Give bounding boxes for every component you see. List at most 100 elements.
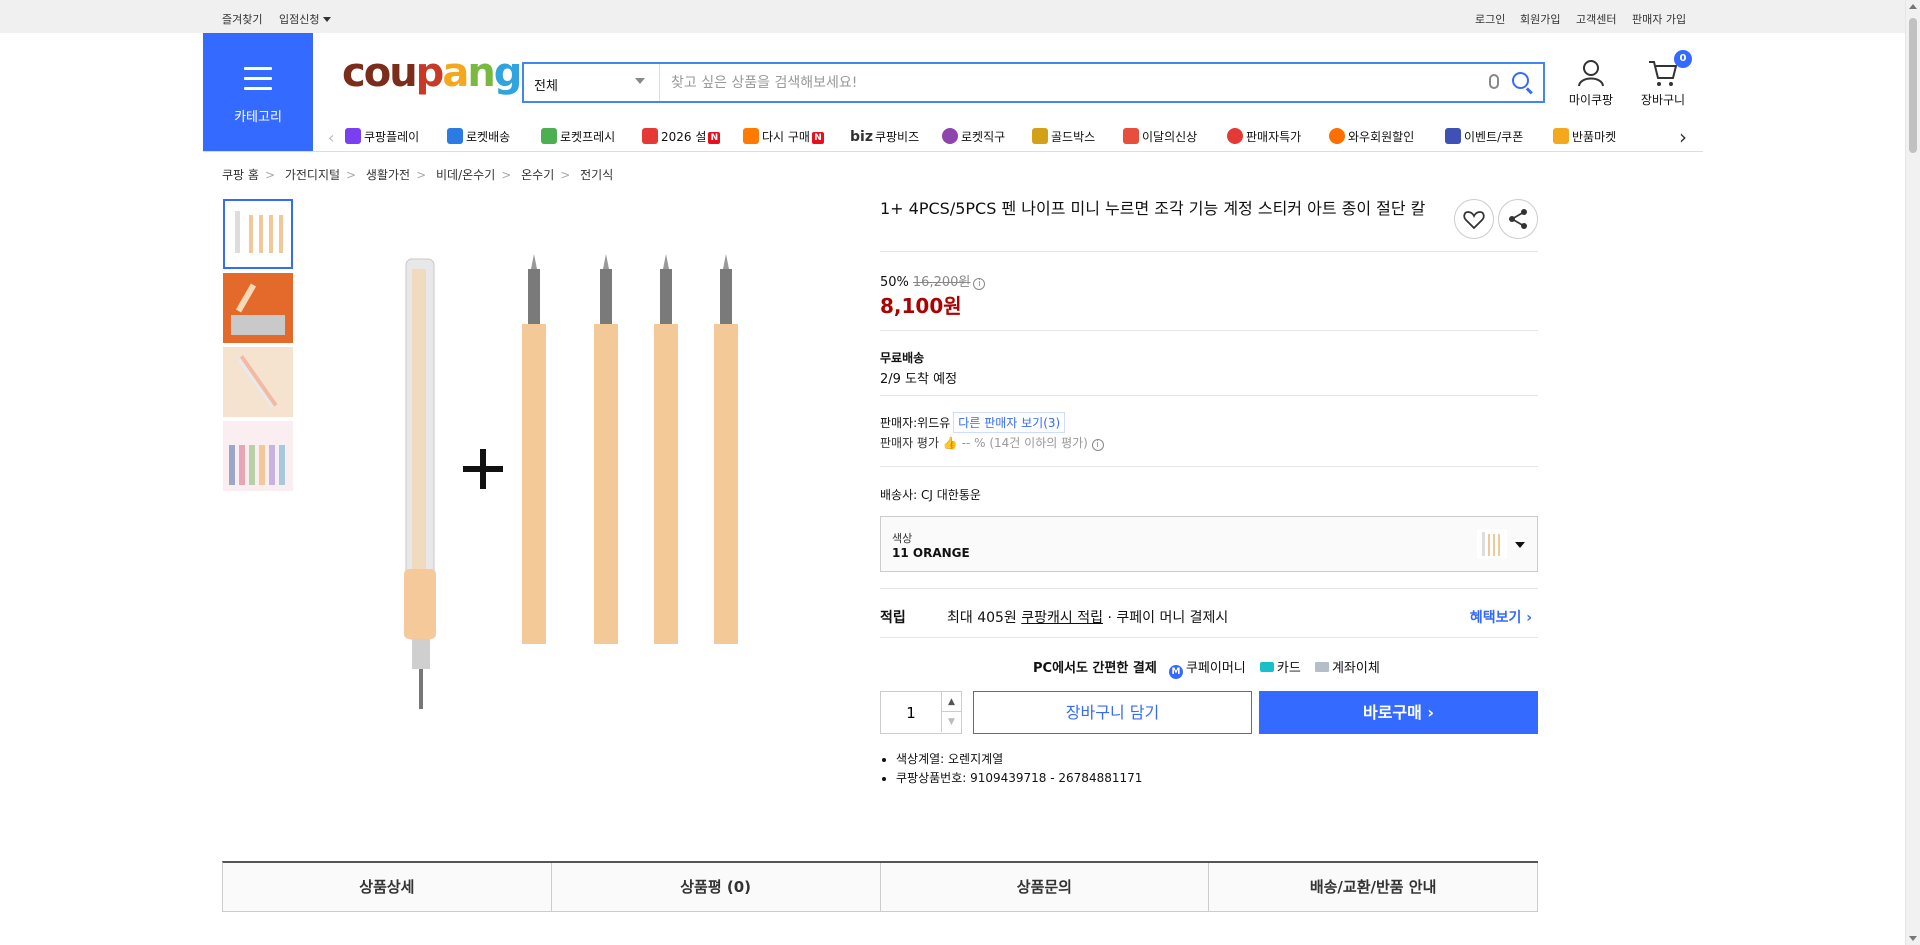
coupang-cash-link[interactable]: 쿠팡캐시 적립 bbox=[1021, 610, 1103, 626]
breadcrumb-item[interactable]: 온수기 bbox=[521, 168, 554, 182]
menu-item-newarrival[interactable]: 이달의신상 bbox=[1123, 128, 1197, 145]
add-to-cart-button[interactable]: 장바구니 담기 bbox=[973, 691, 1252, 734]
menu-item-wow[interactable]: 와우회원할인 bbox=[1329, 128, 1414, 145]
thumbnail-1[interactable] bbox=[223, 199, 293, 269]
scroll-thumb[interactable] bbox=[1909, 18, 1917, 153]
cart-count-badge: 0 bbox=[1674, 50, 1692, 68]
wow-icon bbox=[1329, 128, 1345, 144]
search-input[interactable] bbox=[661, 64, 1451, 101]
color-option-select[interactable]: 색상 11 ORANGE bbox=[880, 516, 1538, 572]
arrival-date: 2/9 도착 예정 bbox=[880, 372, 958, 387]
increase-icon[interactable]: ▲ bbox=[941, 692, 961, 712]
menu-item-event[interactable]: 이벤트/쿠폰 bbox=[1445, 128, 1523, 145]
decrease-icon[interactable]: ▼ bbox=[941, 712, 961, 732]
hamburger-icon bbox=[244, 67, 272, 97]
caret-down-icon bbox=[1515, 542, 1525, 548]
category-button[interactable]: 카테고리 bbox=[203, 33, 313, 151]
easy-pay-row: PC에서도 간편한 결제 M 쿠페이머니 카드 계좌이체 bbox=[1033, 661, 1380, 679]
product-title: 1+ 4PCS/5PCS 펜 나이프 미니 누르면 조각 기능 계정 스티커 아… bbox=[880, 199, 1426, 218]
mycoupang-label: 마이쿠팡 bbox=[1568, 93, 1614, 107]
tab-detail[interactable]: 상품상세 bbox=[223, 863, 552, 911]
percent-icon bbox=[1227, 128, 1243, 144]
search-scope-select[interactable]: 전체 bbox=[524, 64, 660, 101]
menu-item-rocketfresh[interactable]: 로켓프레시 bbox=[541, 128, 615, 145]
thumbs-up-icon: 👍 bbox=[942, 436, 958, 450]
new-badge: N bbox=[708, 132, 721, 144]
pay-card: 카드 bbox=[1276, 661, 1301, 676]
info-icon[interactable]: i bbox=[1091, 439, 1104, 451]
bank-icon bbox=[1314, 662, 1329, 672]
tab-inquiry[interactable]: 상품문의 bbox=[881, 863, 1210, 911]
scroll-down-icon[interactable] bbox=[1909, 936, 1917, 941]
coupon-icon bbox=[1445, 128, 1461, 144]
seller-signup-link[interactable]: 판매자 가입 bbox=[1632, 11, 1686, 27]
menu-item-global[interactable]: 로켓직구 bbox=[942, 128, 1005, 145]
benefit-more-button[interactable]: 혜택보기 › bbox=[1470, 607, 1532, 627]
chevron-right-icon[interactable]: › bbox=[1679, 125, 1687, 149]
seller-name[interactable]: 위드유 bbox=[917, 416, 950, 430]
quantity-input[interactable] bbox=[881, 692, 941, 733]
category-label: 카테고리 bbox=[234, 110, 282, 125]
user-icon bbox=[1578, 60, 1604, 87]
page-scrollbar[interactable] bbox=[1905, 0, 1920, 945]
menu-item-biz[interactable]: biz 쿠팡비즈 bbox=[850, 128, 919, 145]
spec-item: 색상계열: 오렌지계열 bbox=[880, 750, 1142, 769]
breadcrumb-item[interactable]: 전기식 bbox=[580, 168, 613, 182]
thumbnail-3[interactable] bbox=[223, 347, 293, 417]
biz-icon: biz bbox=[850, 129, 873, 145]
menu-item-rebuy[interactable]: 다시 구매 N bbox=[743, 128, 824, 145]
share-icon bbox=[1509, 209, 1527, 229]
mycoupang-button[interactable]: 마이쿠팡 bbox=[1564, 58, 1618, 108]
house-icon bbox=[743, 128, 759, 144]
scroll-up-icon[interactable] bbox=[1909, 4, 1917, 9]
breadcrumb-item[interactable]: 생활가전 bbox=[366, 168, 410, 182]
menu-item-coupangplay[interactable]: 쿠팡플레이 bbox=[345, 128, 419, 145]
thumbnail-4[interactable] bbox=[223, 421, 293, 491]
bookmark-link[interactable]: 즐겨찾기 bbox=[222, 11, 262, 27]
divider bbox=[880, 251, 1538, 252]
breadcrumb-item[interactable]: 가전디지털 bbox=[285, 168, 340, 182]
menu-item-sellerdeal[interactable]: 판매자특가 bbox=[1227, 128, 1301, 145]
menu-item-seollal[interactable]: 2026 설N bbox=[642, 128, 721, 145]
coupang-logo[interactable]: coupang bbox=[342, 53, 522, 93]
divider bbox=[880, 466, 1538, 467]
chevron-left-icon[interactable]: ‹ bbox=[328, 128, 334, 147]
other-sellers-button[interactable]: 다른 판매자 보기(3) bbox=[953, 412, 1066, 433]
chevron-down-icon bbox=[635, 78, 645, 84]
original-price: 16,200원 bbox=[912, 275, 971, 290]
divider bbox=[880, 588, 1538, 589]
tab-reviews[interactable]: 상품평 (0) bbox=[552, 863, 881, 911]
cart-button[interactable]: 장바구니 0 bbox=[1636, 50, 1692, 108]
mic-icon[interactable] bbox=[1489, 74, 1499, 89]
thumbnail-list bbox=[223, 199, 293, 495]
main-product-image[interactable] bbox=[316, 199, 856, 739]
breadcrumb-item[interactable]: 비데/온수기 bbox=[436, 168, 495, 182]
caret-down-icon bbox=[322, 17, 331, 22]
pay-bank: 계좌이체 bbox=[1331, 661, 1380, 676]
support-link[interactable]: 고객센터 bbox=[1576, 11, 1616, 27]
tab-shipping[interactable]: 배송/교환/반품 안내 bbox=[1209, 863, 1538, 911]
menu-item-returnmarket[interactable]: 반품마켓 bbox=[1553, 128, 1616, 145]
option-thumbnail bbox=[1477, 529, 1507, 559]
shipping-title: 무료배송 bbox=[880, 351, 925, 365]
divider bbox=[880, 330, 1538, 331]
bag-icon bbox=[1123, 128, 1139, 144]
seller-apply-link[interactable]: 입점신청 bbox=[279, 11, 331, 27]
product-specs: 색상계열: 오렌지계열 쿠팡상품번호: 9109439718 - 2678488… bbox=[880, 750, 1142, 788]
gnb-menu: ‹ 쿠팡플레이 로켓배송 로켓프레시 2026 설N 다시 구매 N biz 쿠팡비… bbox=[320, 124, 1695, 150]
menu-item-goldbox[interactable]: 골드박스 bbox=[1032, 128, 1095, 145]
thumbnail-2[interactable] bbox=[223, 273, 293, 343]
reward-key: 적립 bbox=[880, 610, 906, 626]
wishlist-button[interactable] bbox=[1454, 199, 1494, 239]
goldbox-icon bbox=[1032, 128, 1048, 144]
login-link[interactable]: 로그인 bbox=[1475, 11, 1505, 27]
buy-now-button[interactable]: 바로구매 › bbox=[1259, 691, 1538, 734]
pay-money: 쿠페이머니 bbox=[1185, 661, 1246, 676]
info-icon[interactable]: i bbox=[973, 278, 986, 290]
search-icon[interactable] bbox=[1512, 72, 1529, 89]
breadcrumb-item[interactable]: 쿠팡 홈 bbox=[222, 168, 259, 182]
signup-link[interactable]: 회원가입 bbox=[1520, 11, 1560, 27]
discount-rate: 50% bbox=[880, 275, 909, 290]
menu-item-rocket[interactable]: 로켓배송 bbox=[447, 128, 510, 145]
share-button[interactable] bbox=[1498, 199, 1538, 239]
